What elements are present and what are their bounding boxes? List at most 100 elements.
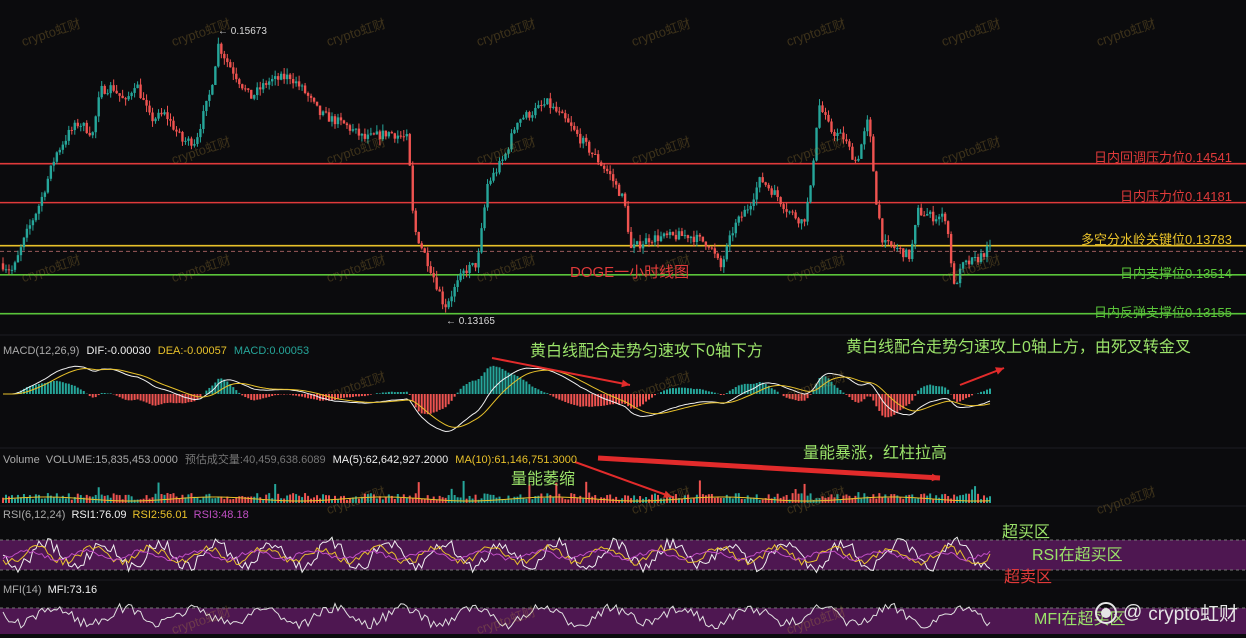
- candle-body: [869, 119, 872, 137]
- candle-body: [920, 207, 923, 216]
- candle-body: [276, 76, 280, 80]
- candle-body: [273, 76, 277, 79]
- candle-body: [109, 85, 112, 94]
- candle-body: [483, 207, 486, 229]
- candle-body: [698, 234, 702, 237]
- candle-body: [728, 235, 731, 246]
- candle-body: [184, 140, 187, 142]
- candle-body: [528, 112, 531, 118]
- candle-body: [211, 84, 214, 95]
- candle-body: [803, 219, 806, 222]
- candle-body: [650, 242, 654, 244]
- candle-body: [842, 132, 845, 140]
- candle-body: [229, 62, 232, 68]
- candle-body: [259, 87, 262, 90]
- candle-body: [558, 111, 561, 113]
- candle-body: [605, 168, 609, 172]
- annotation-macd-down: 黄白线配合走势匀速攻下0轴下方: [530, 343, 763, 360]
- candle-body: [19, 247, 23, 256]
- candle-body: [492, 172, 495, 181]
- candle-body: [961, 262, 965, 269]
- candle-body: [267, 81, 271, 85]
- candle-body: [695, 234, 699, 243]
- candle-body: [567, 118, 570, 123]
- candle-body: [683, 235, 687, 237]
- candle-body: [928, 211, 932, 215]
- candle-body: [641, 244, 645, 249]
- candle-body: [372, 133, 376, 135]
- candle-body: [330, 116, 334, 122]
- candle-body: [181, 131, 184, 142]
- candle-body: [797, 218, 800, 224]
- candle-body: [579, 133, 582, 144]
- candle-body: [884, 240, 887, 243]
- candle-body: [761, 177, 764, 183]
- candle-body: [976, 257, 980, 263]
- candle-body: [782, 204, 785, 210]
- annotation-overbought: 超买区: [1002, 524, 1051, 541]
- candle-body: [863, 131, 866, 145]
- candle-body: [175, 129, 178, 132]
- candle-body: [477, 252, 480, 268]
- candle-body: [270, 78, 274, 82]
- candle-body: [115, 90, 118, 94]
- candle-body: [525, 112, 528, 118]
- candle-body: [564, 113, 567, 119]
- candle-body: [294, 81, 298, 84]
- level-label-pivot: 多空分水岭关键位0.13783: [1081, 232, 1232, 247]
- candle-body: [833, 131, 836, 137]
- candle-body: [133, 88, 136, 93]
- candle-body: [746, 209, 749, 211]
- candle-body: [235, 73, 238, 80]
- candle-body: [142, 97, 145, 100]
- candle-body: [312, 97, 316, 102]
- candlestick-chart: [0, 37, 1246, 634]
- candle-body: [836, 132, 839, 137]
- candle-body: [510, 133, 513, 150]
- candle-body: [940, 213, 944, 217]
- candle-body: [7, 269, 11, 271]
- candle-body: [818, 105, 821, 128]
- candle-body: [34, 213, 38, 221]
- candle-body: [854, 159, 857, 161]
- candle-body: [226, 58, 229, 63]
- candle-body: [426, 252, 429, 267]
- candle-body: [668, 232, 672, 236]
- candle-body: [513, 129, 516, 134]
- candle-body: [626, 205, 630, 232]
- candle-body: [764, 182, 767, 185]
- candle-body: [217, 43, 220, 67]
- candle-body: [127, 96, 130, 100]
- candle-body: [970, 257, 974, 265]
- candle-body: [166, 112, 169, 120]
- candle-body: [37, 205, 41, 214]
- candle-body: [429, 266, 432, 273]
- candle-body: [279, 73, 283, 80]
- candle-body: [76, 122, 79, 127]
- candle-body: [707, 246, 711, 248]
- candle-body: [857, 158, 860, 161]
- candle-body: [671, 232, 675, 235]
- annotation-oversold: 超卖区: [1004, 569, 1053, 586]
- candle-body: [291, 79, 295, 84]
- candle-body: [845, 139, 848, 142]
- candle-body: [908, 249, 911, 259]
- candle-body: [725, 245, 728, 260]
- candle-body: [967, 260, 971, 265]
- candle-body: [887, 240, 890, 242]
- candle-body: [686, 235, 690, 239]
- candle-body: [537, 105, 540, 108]
- candle-body: [94, 116, 97, 133]
- candle-body: [58, 149, 62, 153]
- annotation-macd-up: 黄白线配合走势匀速攻上0轴上方，由死叉转金叉: [846, 339, 1191, 356]
- arrow-volume-shrink: [574, 461, 673, 498]
- candle-body: [988, 245, 992, 247]
- candle-body: [61, 144, 65, 150]
- rsi3-value: RSI3:48.18: [193, 509, 249, 521]
- candle-body: [934, 219, 938, 222]
- candle-body: [55, 152, 59, 162]
- candle-body: [474, 263, 477, 268]
- candle-body: [752, 199, 755, 207]
- candle-body: [360, 133, 364, 136]
- candle-body: [899, 247, 902, 249]
